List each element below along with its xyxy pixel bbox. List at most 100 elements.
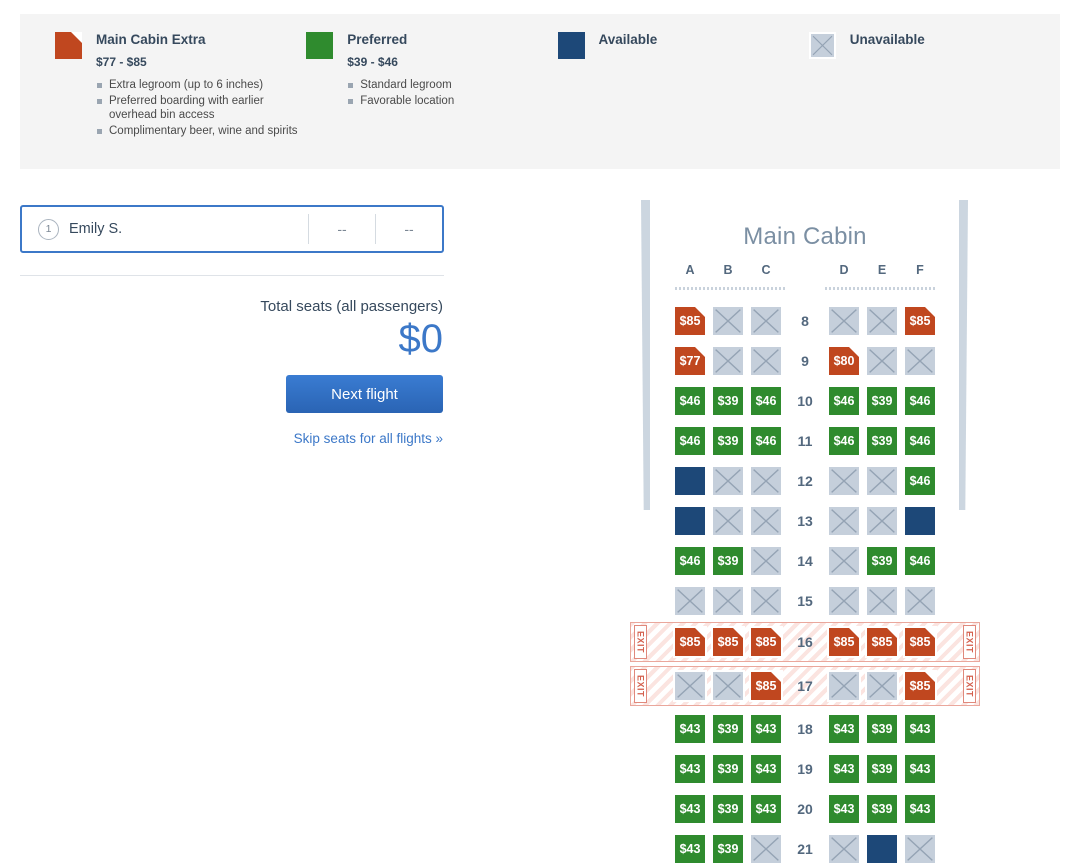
seat-21A[interactable]: $43 <box>673 833 707 865</box>
unavailable-x-icon <box>831 509 857 533</box>
totals-section: Total seats (all passengers) $0 Next fli… <box>20 298 444 446</box>
seat-13F[interactable] <box>903 505 937 537</box>
seat-16F[interactable]: $85 <box>903 626 937 658</box>
seat-11E[interactable]: $39 <box>865 425 899 457</box>
seat-21B[interactable]: $39 <box>711 833 745 865</box>
seat-14E[interactable]: $39 <box>865 545 899 577</box>
seat-19B[interactable]: $39 <box>711 753 745 785</box>
seat-16A[interactable]: $85 <box>673 626 707 658</box>
seat-20D[interactable]: $43 <box>827 793 861 825</box>
seat-10D[interactable]: $46 <box>827 385 861 417</box>
unavailable-x-icon <box>869 349 895 373</box>
seat-21D <box>827 833 861 865</box>
legend-item-body: Unavailable <box>850 30 925 48</box>
seat-8F[interactable]: $85 <box>903 305 937 337</box>
row-number: 14 <box>797 553 813 569</box>
seat-10A[interactable]: $46 <box>673 385 707 417</box>
seat-14F[interactable]: $46 <box>903 545 937 577</box>
seat-20F[interactable]: $43 <box>903 793 937 825</box>
seat-8A[interactable]: $85 <box>673 305 707 337</box>
passenger-row[interactable]: 1 Emily S. -- -- <box>20 205 444 253</box>
seat-11D[interactable]: $46 <box>827 425 861 457</box>
seat-18C[interactable]: $43 <box>749 713 783 745</box>
cabin-title: Main Cabin <box>743 223 867 250</box>
seat-16D[interactable]: $85 <box>827 626 861 658</box>
seat-10F[interactable]: $46 <box>903 385 937 417</box>
seat-19E[interactable]: $39 <box>865 753 899 785</box>
seat-21C <box>749 833 783 865</box>
seat-price: $85 <box>909 314 931 328</box>
seat-19A[interactable]: $43 <box>673 753 707 785</box>
seat-18A[interactable]: $43 <box>673 713 707 745</box>
seat-16B[interactable]: $85 <box>711 626 745 658</box>
seat-18B[interactable]: $39 <box>711 713 745 745</box>
seat-10E[interactable]: $39 <box>865 385 899 417</box>
next-flight-button[interactable]: Next flight <box>286 375 443 413</box>
seat-map: Main Cabin ABCDEF $85 8 $85 $77 9 $80 $46 $39 $4… <box>630 195 980 865</box>
seat-price: $43 <box>909 762 931 776</box>
passenger-seat-cell-2[interactable]: -- <box>375 214 442 244</box>
seat-price: $39 <box>871 722 893 736</box>
seat-19F[interactable]: $43 <box>903 753 937 785</box>
legend-feature-item: Standard legroom <box>347 78 454 93</box>
seat-14A[interactable]: $46 <box>673 545 707 577</box>
passenger-seat-cell-1[interactable]: -- <box>308 214 375 244</box>
legend-item-title: Preferred <box>347 32 408 47</box>
seat-price: $39 <box>717 722 739 736</box>
passenger-list: 1 Emily S. -- -- <box>20 205 444 253</box>
seat-20E[interactable]: $39 <box>865 793 899 825</box>
aisle-gap <box>785 263 825 277</box>
seat-row: 13 <box>630 502 980 540</box>
seat-17F[interactable]: $85 <box>903 670 937 702</box>
seat-15F <box>903 585 937 617</box>
seat-16C[interactable]: $85 <box>749 626 783 658</box>
seat-11C[interactable]: $46 <box>749 425 783 457</box>
seat-row: $46 $39 $46 11 $46 $39 $46 <box>630 422 980 460</box>
seat-price: $39 <box>717 762 739 776</box>
seat-13E <box>865 505 899 537</box>
seat-14B[interactable]: $39 <box>711 545 745 577</box>
seat-price: $85 <box>833 635 855 649</box>
seat-12A[interactable] <box>673 465 707 497</box>
unavailable-x-icon <box>907 589 933 613</box>
seat-17C[interactable]: $85 <box>749 670 783 702</box>
seat-12F[interactable]: $46 <box>903 465 937 497</box>
row-number: 10 <box>797 393 813 409</box>
seat-11A[interactable]: $46 <box>673 425 707 457</box>
seat-row: $77 9 $80 <box>630 342 980 380</box>
seat-11B[interactable]: $39 <box>711 425 745 457</box>
column-letters: A B C D E F <box>630 263 980 277</box>
seat-18E[interactable]: $39 <box>865 713 899 745</box>
legend-item-price-range: $39 - $46 <box>347 55 398 69</box>
legend-item-price-range: $77 - $85 <box>96 55 147 69</box>
skip-seats-link[interactable]: Skip seats for all flights » <box>20 431 443 446</box>
seat-11F[interactable]: $46 <box>903 425 937 457</box>
seat-18D[interactable]: $43 <box>827 713 861 745</box>
seat-8D <box>827 305 861 337</box>
seat-20A[interactable]: $43 <box>673 793 707 825</box>
seat-9D[interactable]: $80 <box>827 345 861 377</box>
legend-item-body: Available <box>599 30 658 48</box>
total-seats-amount: $0 <box>398 317 444 361</box>
seat-18F[interactable]: $43 <box>903 713 937 745</box>
seat-10B[interactable]: $39 <box>711 385 745 417</box>
seat-19D[interactable]: $43 <box>827 753 861 785</box>
seat-9A[interactable]: $77 <box>673 345 707 377</box>
column-letter-F: F <box>916 263 924 277</box>
seat-10C[interactable]: $46 <box>749 385 783 417</box>
legend-item-body: Main Cabin Extra $77 - $85 Extra legroom (… <box>96 30 306 139</box>
seat-16E[interactable]: $85 <box>865 626 899 658</box>
seat-20B[interactable]: $39 <box>711 793 745 825</box>
seat-20C[interactable]: $43 <box>749 793 783 825</box>
seat-price: $43 <box>833 762 855 776</box>
legend-feature-item: Favorable location <box>347 94 454 109</box>
legend-item-title: Main Cabin Extra <box>96 32 206 47</box>
row-number: 17 <box>797 678 813 694</box>
unavailable-x-icon <box>715 469 741 493</box>
legend-item-title: Available <box>598 32 658 47</box>
seat-13A[interactable] <box>673 505 707 537</box>
seat-21E[interactable] <box>865 833 899 865</box>
unavailable-x-icon <box>715 509 741 533</box>
seat-price: $39 <box>871 394 893 408</box>
seat-19C[interactable]: $43 <box>749 753 783 785</box>
